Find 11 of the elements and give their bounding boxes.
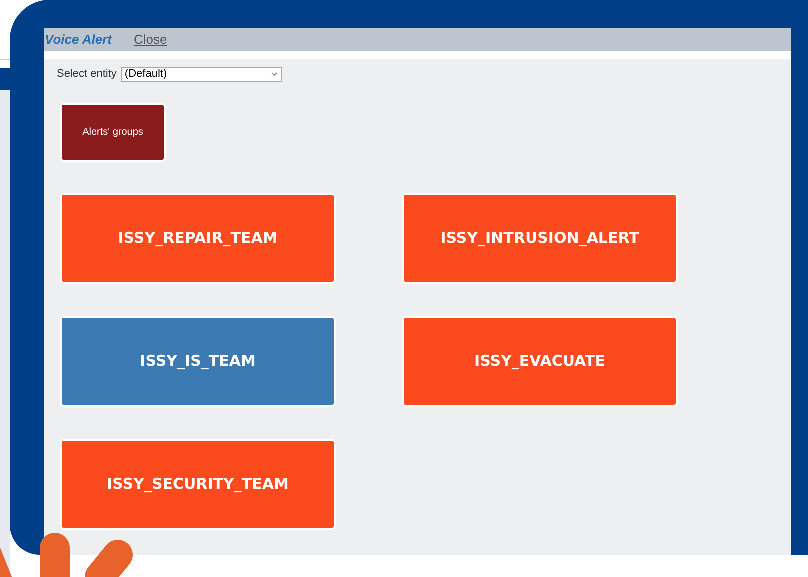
alerts-groups-button[interactable]: Alerts' groups: [60, 102, 166, 162]
alert-button[interactable]: ISSY_INTRUSION_ALERT: [402, 192, 678, 284]
alert-button[interactable]: ISSY_EVACUATE: [402, 316, 678, 406]
entity-select[interactable]: (Default): [120, 66, 282, 82]
select-label: Select entity: [57, 67, 117, 82]
alert-button[interactable]: ISSY_IS_TEAM: [60, 316, 336, 406]
alert-button[interactable]: ISSY_REPAIR_TEAM: [60, 192, 336, 284]
chevron-down-icon: [270, 72, 278, 77]
window-title: Voice Alert: [45, 30, 112, 49]
alert-button[interactable]: ISSY_SECURITY_TEAM: [60, 438, 336, 530]
close-link[interactable]: Close: [134, 30, 168, 50]
